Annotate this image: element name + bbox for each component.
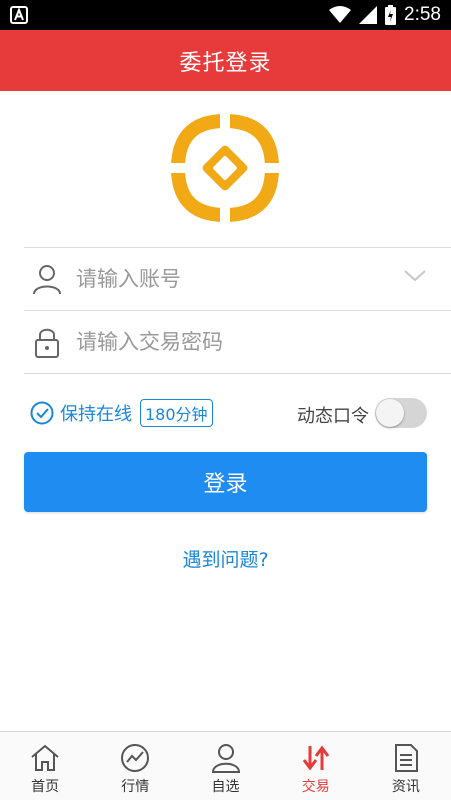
signal-icon <box>359 6 378 24</box>
trade-arrows-icon <box>302 745 329 771</box>
lock-icon <box>35 328 59 358</box>
dynamic-token-toggle[interactable] <box>375 398 427 428</box>
app-notification-icon <box>10 6 28 24</box>
header-bar: 委托登录 <box>0 30 451 91</box>
account-input[interactable] <box>76 267 376 291</box>
password-row <box>24 311 451 373</box>
tab-home[interactable]: 首页 <box>0 732 90 800</box>
help-link[interactable]: 遇到问题? <box>0 545 451 572</box>
toggle-knob <box>376 399 404 427</box>
brand-logo <box>170 113 280 223</box>
tab-label: 自选 <box>211 779 240 795</box>
chevron-down-icon[interactable] <box>403 268 427 284</box>
home-icon <box>31 744 59 771</box>
login-button[interactable]: 登录 <box>24 452 427 512</box>
tab-market[interactable]: 行情 <box>90 732 180 800</box>
battery-icon <box>385 5 397 25</box>
market-chart-icon <box>121 744 150 772</box>
status-bar: 2:58 <box>0 0 451 30</box>
status-indicators: 2:58 <box>329 0 441 30</box>
bottom-tab-bar: 首页 行情 自选 交易 资讯 <box>0 731 451 800</box>
account-row <box>24 248 451 310</box>
wifi-icon <box>329 6 352 23</box>
screen: 2:58 委托登录 请输入账号 保持在线 180分钟 动态口令 登录 遇到问题?… <box>0 0 451 800</box>
check-circle-icon[interactable] <box>30 401 54 425</box>
tab-label: 资讯 <box>391 779 420 795</box>
keep-online-duration[interactable]: 180分钟 <box>140 399 213 427</box>
page-title: 委托登录 <box>179 50 272 76</box>
tab-label: 行情 <box>121 779 150 795</box>
dynamic-token-label: 动态口令 <box>297 406 369 427</box>
login-options-row: 保持在线 180分钟 动态口令 <box>24 395 427 431</box>
tab-favorites[interactable]: 自选 <box>180 732 270 800</box>
divider-bottom <box>24 373 451 374</box>
password-input[interactable] <box>76 330 376 354</box>
keep-online-label[interactable]: 保持在线 <box>60 400 132 426</box>
user-favorites-icon <box>211 744 240 773</box>
tab-trade[interactable]: 交易 <box>271 732 361 800</box>
tab-label: 交易 <box>301 779 330 795</box>
tab-news[interactable]: 资讯 <box>361 732 451 800</box>
status-time: 2:58 <box>404 4 441 25</box>
news-document-icon <box>394 744 418 772</box>
user-icon <box>33 265 61 295</box>
tab-label: 首页 <box>31 779 60 795</box>
